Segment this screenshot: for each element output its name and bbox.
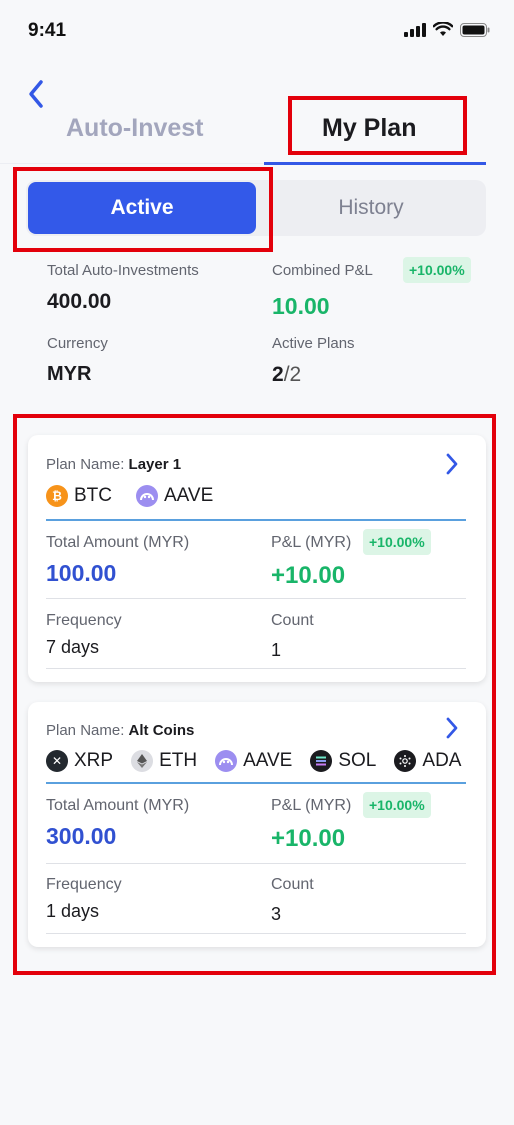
coin-sol: SOL <box>310 750 376 772</box>
frequency-label: Frequency <box>46 876 122 893</box>
aave-icon <box>215 750 238 772</box>
tab-active-indicator <box>264 162 486 165</box>
coin-xrp: ✕ XRP <box>46 750 113 772</box>
plan-name-value: Alt Coins <box>128 722 195 739</box>
total-amount-value: 100.00 <box>46 560 117 586</box>
cellular-signal-icon <box>404 22 426 37</box>
total-amount-label: Total Amount (MYR) <box>46 797 190 814</box>
count-label: Count <box>271 876 314 893</box>
wifi-icon <box>433 22 453 36</box>
tab-auto-invest[interactable]: Auto-Invest <box>66 114 204 143</box>
chevron-right-icon[interactable] <box>444 716 460 740</box>
row-divider <box>46 668 466 669</box>
plan-card-layer-1[interactable]: Plan Name: Layer 1 ₿ BTC AAVE Total Amou… <box>28 435 486 682</box>
coin-symbol: ETH <box>159 750 198 771</box>
battery-icon <box>460 22 490 37</box>
chevron-right-icon[interactable] <box>444 452 460 476</box>
count-value: 1 <box>271 640 282 660</box>
coin-symbol: SOL <box>338 750 377 771</box>
coin-eth: ETH <box>131 750 197 772</box>
coin-list: ✕ XRP ETH AAVE SOL ADA <box>46 750 461 772</box>
currency-label: Currency <box>47 335 108 352</box>
status-icons <box>404 22 490 37</box>
coin-ada: ADA <box>394 750 461 772</box>
xrp-icon: ✕ <box>46 750 68 772</box>
coin-symbol: ADA <box>422 750 462 771</box>
tab-my-plan[interactable]: My Plan <box>322 114 416 143</box>
pl-label: P&L (MYR) <box>271 534 352 551</box>
coin-symbol: BTC <box>74 485 112 506</box>
active-plans-label: Active Plans <box>272 335 355 352</box>
row-divider <box>46 863 466 864</box>
row-divider <box>46 933 466 934</box>
currency-value: MYR <box>47 363 92 385</box>
combined-pl-badge: +10.00% <box>403 257 471 283</box>
frequency-value: 7 days <box>46 637 100 657</box>
active-plans-total: /2 <box>283 363 302 386</box>
frequency-label: Frequency <box>46 612 122 629</box>
row-divider <box>46 598 466 599</box>
frequency-value: 1 days <box>46 901 100 921</box>
pl-label: P&L (MYR) <box>271 797 352 814</box>
active-plans-count: 2 <box>272 363 284 386</box>
combined-pl-value: 10.00 <box>272 293 330 319</box>
pl-value: +10.00 <box>271 825 346 852</box>
plan-name-label: Plan Name: <box>46 456 129 473</box>
pl-badge: +10.00% <box>363 529 431 555</box>
status-bar: 9:41 <box>0 0 514 60</box>
count-label: Count <box>271 612 314 629</box>
coin-aave: AAVE <box>215 750 292 772</box>
status-time: 9:41 <box>28 20 67 41</box>
active-plans-value: 2/2 <box>272 363 301 387</box>
segment-history-button[interactable]: History <box>258 182 484 234</box>
pl-badge: +10.00% <box>363 792 431 818</box>
cardano-icon <box>394 750 417 772</box>
count-value: 3 <box>271 904 282 924</box>
plan-name-label: Plan Name: <box>46 722 129 739</box>
coin-list: ₿ BTC AAVE <box>46 485 237 507</box>
ethereum-icon <box>131 750 154 772</box>
coin-symbol: AAVE <box>243 750 293 771</box>
aave-icon <box>136 485 158 507</box>
back-arrow-icon[interactable] <box>24 78 48 110</box>
combined-pl-label: Combined P&L <box>272 262 373 279</box>
solana-icon <box>310 750 333 772</box>
total-amount-value: 300.00 <box>46 823 117 849</box>
plan-name-value: Layer 1 <box>128 456 182 473</box>
plan-card-alt-coins[interactable]: Plan Name: Alt Coins ✕ XRP ETH AAVE SOL <box>28 702 486 947</box>
card-divider <box>46 782 466 784</box>
coin-aave: AAVE <box>136 485 213 507</box>
pl-value: +10.00 <box>271 562 346 589</box>
total-investments-value: 400.00 <box>47 290 112 313</box>
segment-active-button[interactable]: Active <box>28 182 256 234</box>
bitcoin-icon: ₿ <box>46 485 68 507</box>
total-investments-label: Total Auto-Investments <box>47 262 199 279</box>
card-divider <box>46 519 466 521</box>
total-amount-label: Total Amount (MYR) <box>46 534 190 551</box>
coin-symbol: AAVE <box>164 485 214 506</box>
plan-name: Plan Name: Layer 1 <box>46 456 181 473</box>
coin-symbol: XRP <box>74 750 114 771</box>
plan-name: Plan Name: Alt Coins <box>46 722 194 739</box>
coin-btc: ₿ BTC <box>46 485 112 507</box>
